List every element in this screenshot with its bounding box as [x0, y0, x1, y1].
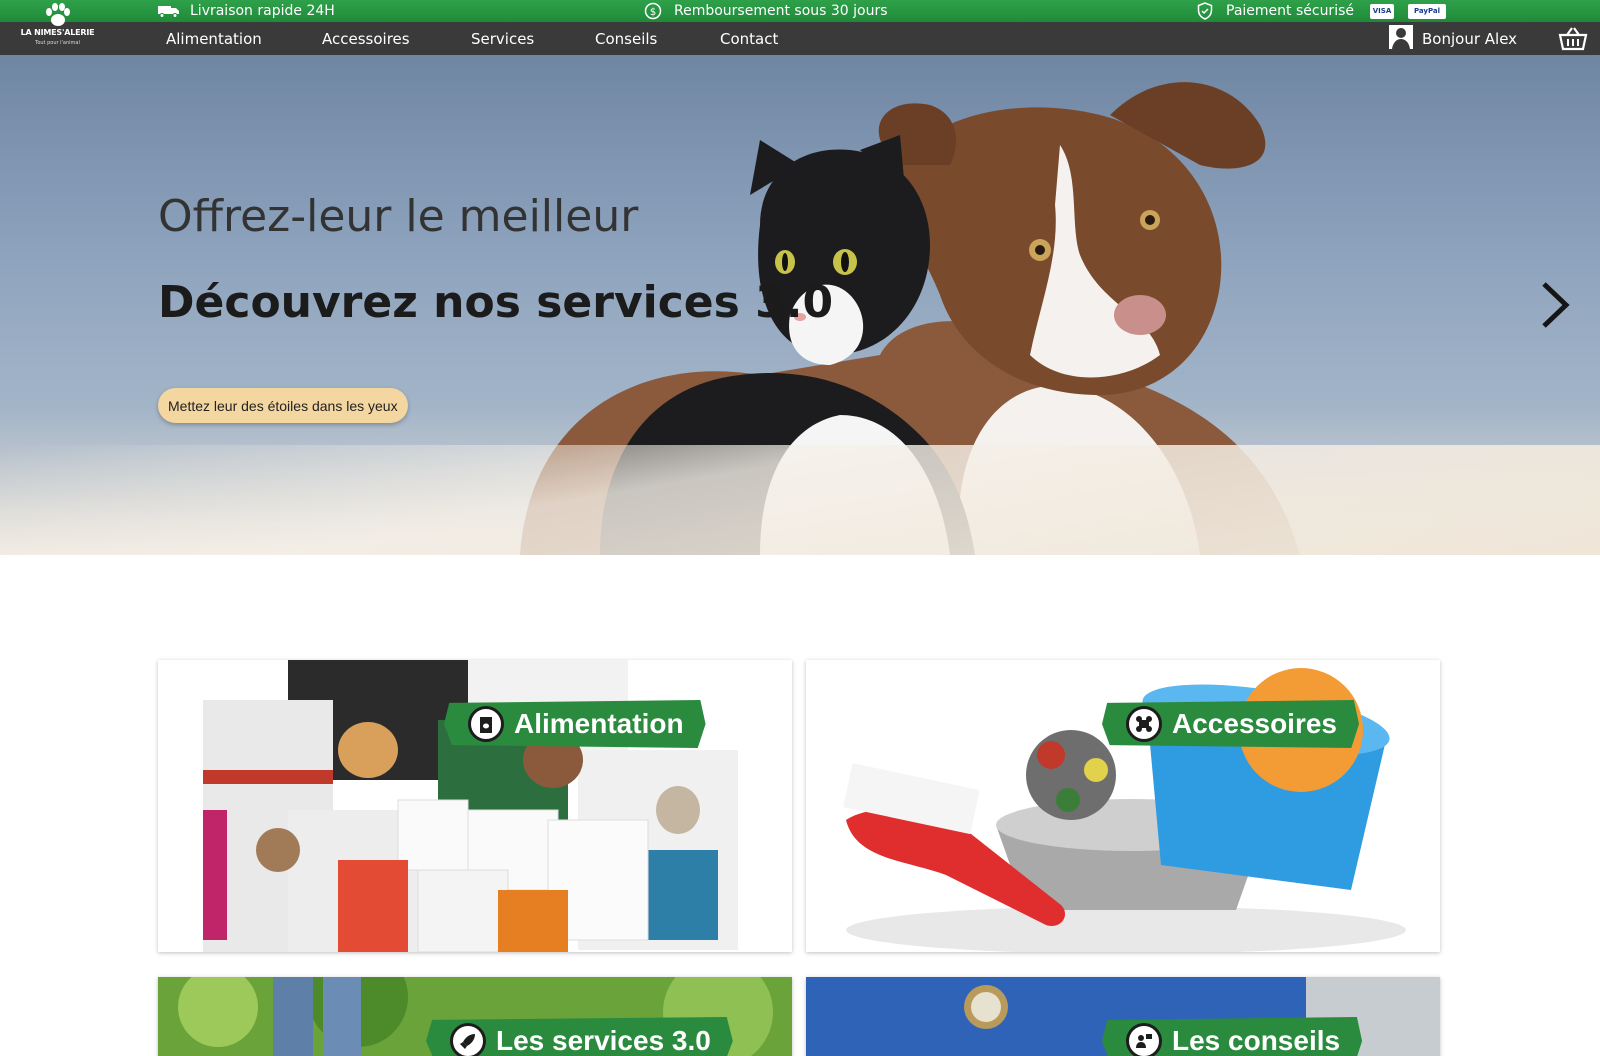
main-nav: LA NIMES'ALERIE Tout pour l'animal Alime… — [0, 3, 1600, 55]
rocket-icon — [450, 1023, 486, 1056]
delivery-info: Livraison rapide 24H — [158, 0, 335, 22]
nav-item-alimentation[interactable]: Alimentation — [166, 22, 262, 55]
category-card-alimentation[interactable]: Alimentation — [158, 660, 792, 952]
bone-icon — [1126, 706, 1162, 742]
refund-text: Remboursement sous 30 jours — [674, 3, 888, 19]
account-link[interactable]: Bonjour Alex — [1388, 22, 1517, 55]
category-title-alimentation: Alimentation — [514, 708, 684, 739]
hero-title: Offrez-leur le meilleur — [158, 191, 639, 242]
secure-payment-text: Paiement sécurisé — [1226, 3, 1354, 19]
nav-item-contact[interactable]: Contact — [720, 22, 778, 55]
user-icon — [1388, 24, 1414, 54]
hero-banner: Offrez-leur le meilleur Découvrez nos se… — [0, 55, 1600, 555]
hero-subtitle: Découvrez nos services 3.0 — [158, 277, 834, 328]
visa-icon: VISA — [1370, 3, 1394, 19]
delivery-text: Livraison rapide 24H — [190, 3, 335, 19]
category-label-accessoires: Accessoires — [1102, 700, 1360, 748]
shield-icon — [1194, 2, 1216, 20]
category-card-services[interactable]: Les services 3.0 — [158, 977, 792, 1056]
nav-item-conseils[interactable]: Conseils — [595, 22, 657, 55]
nav-item-accessoires[interactable]: Accessoires — [322, 22, 410, 55]
site-logo[interactable]: LA NIMES'ALERIE Tout pour l'animal — [0, 0, 115, 55]
svg-text:$: $ — [650, 7, 656, 18]
category-title-conseils: Les conseils — [1172, 1025, 1341, 1056]
paw-logo-icon — [46, 3, 70, 26]
hero-cta-button[interactable]: Mettez leur des étoiles dans les yeux — [158, 388, 408, 423]
category-card-conseils[interactable]: Les conseils — [806, 977, 1440, 1056]
vet-advice-icon — [1126, 1023, 1162, 1056]
category-title-services: Les services 3.0 — [496, 1025, 711, 1056]
top-info-bar: Livraison rapide 24H $ Remboursement sou… — [0, 0, 1600, 22]
logo-text: LA NIMES'ALERIE — [20, 28, 95, 37]
category-title-accessoires: Accessoires — [1172, 708, 1338, 739]
nav-item-services[interactable]: Services — [471, 22, 534, 55]
paypal-icon: PayPal — [1408, 3, 1446, 19]
chevron-right-icon[interactable] — [1538, 280, 1572, 330]
money-refund-icon: $ — [642, 2, 664, 20]
account-greeting: Bonjour Alex — [1422, 29, 1518, 48]
logo-tagline: Tout pour l'animal — [35, 40, 80, 46]
category-label-conseils: Les conseils — [1102, 1017, 1363, 1056]
refund-info: $ Remboursement sous 30 jours — [642, 0, 888, 22]
basket-icon[interactable] — [1558, 26, 1588, 52]
truck-icon — [158, 2, 180, 20]
hero-floor — [0, 445, 1600, 555]
category-label-alimentation: Alimentation — [444, 700, 706, 748]
secure-payment-info: Paiement sécurisé VISA PayPal — [1194, 0, 1446, 22]
category-card-accessoires[interactable]: Accessoires — [806, 660, 1440, 952]
food-bag-icon — [468, 706, 504, 742]
category-label-services: Les services 3.0 — [426, 1017, 733, 1056]
